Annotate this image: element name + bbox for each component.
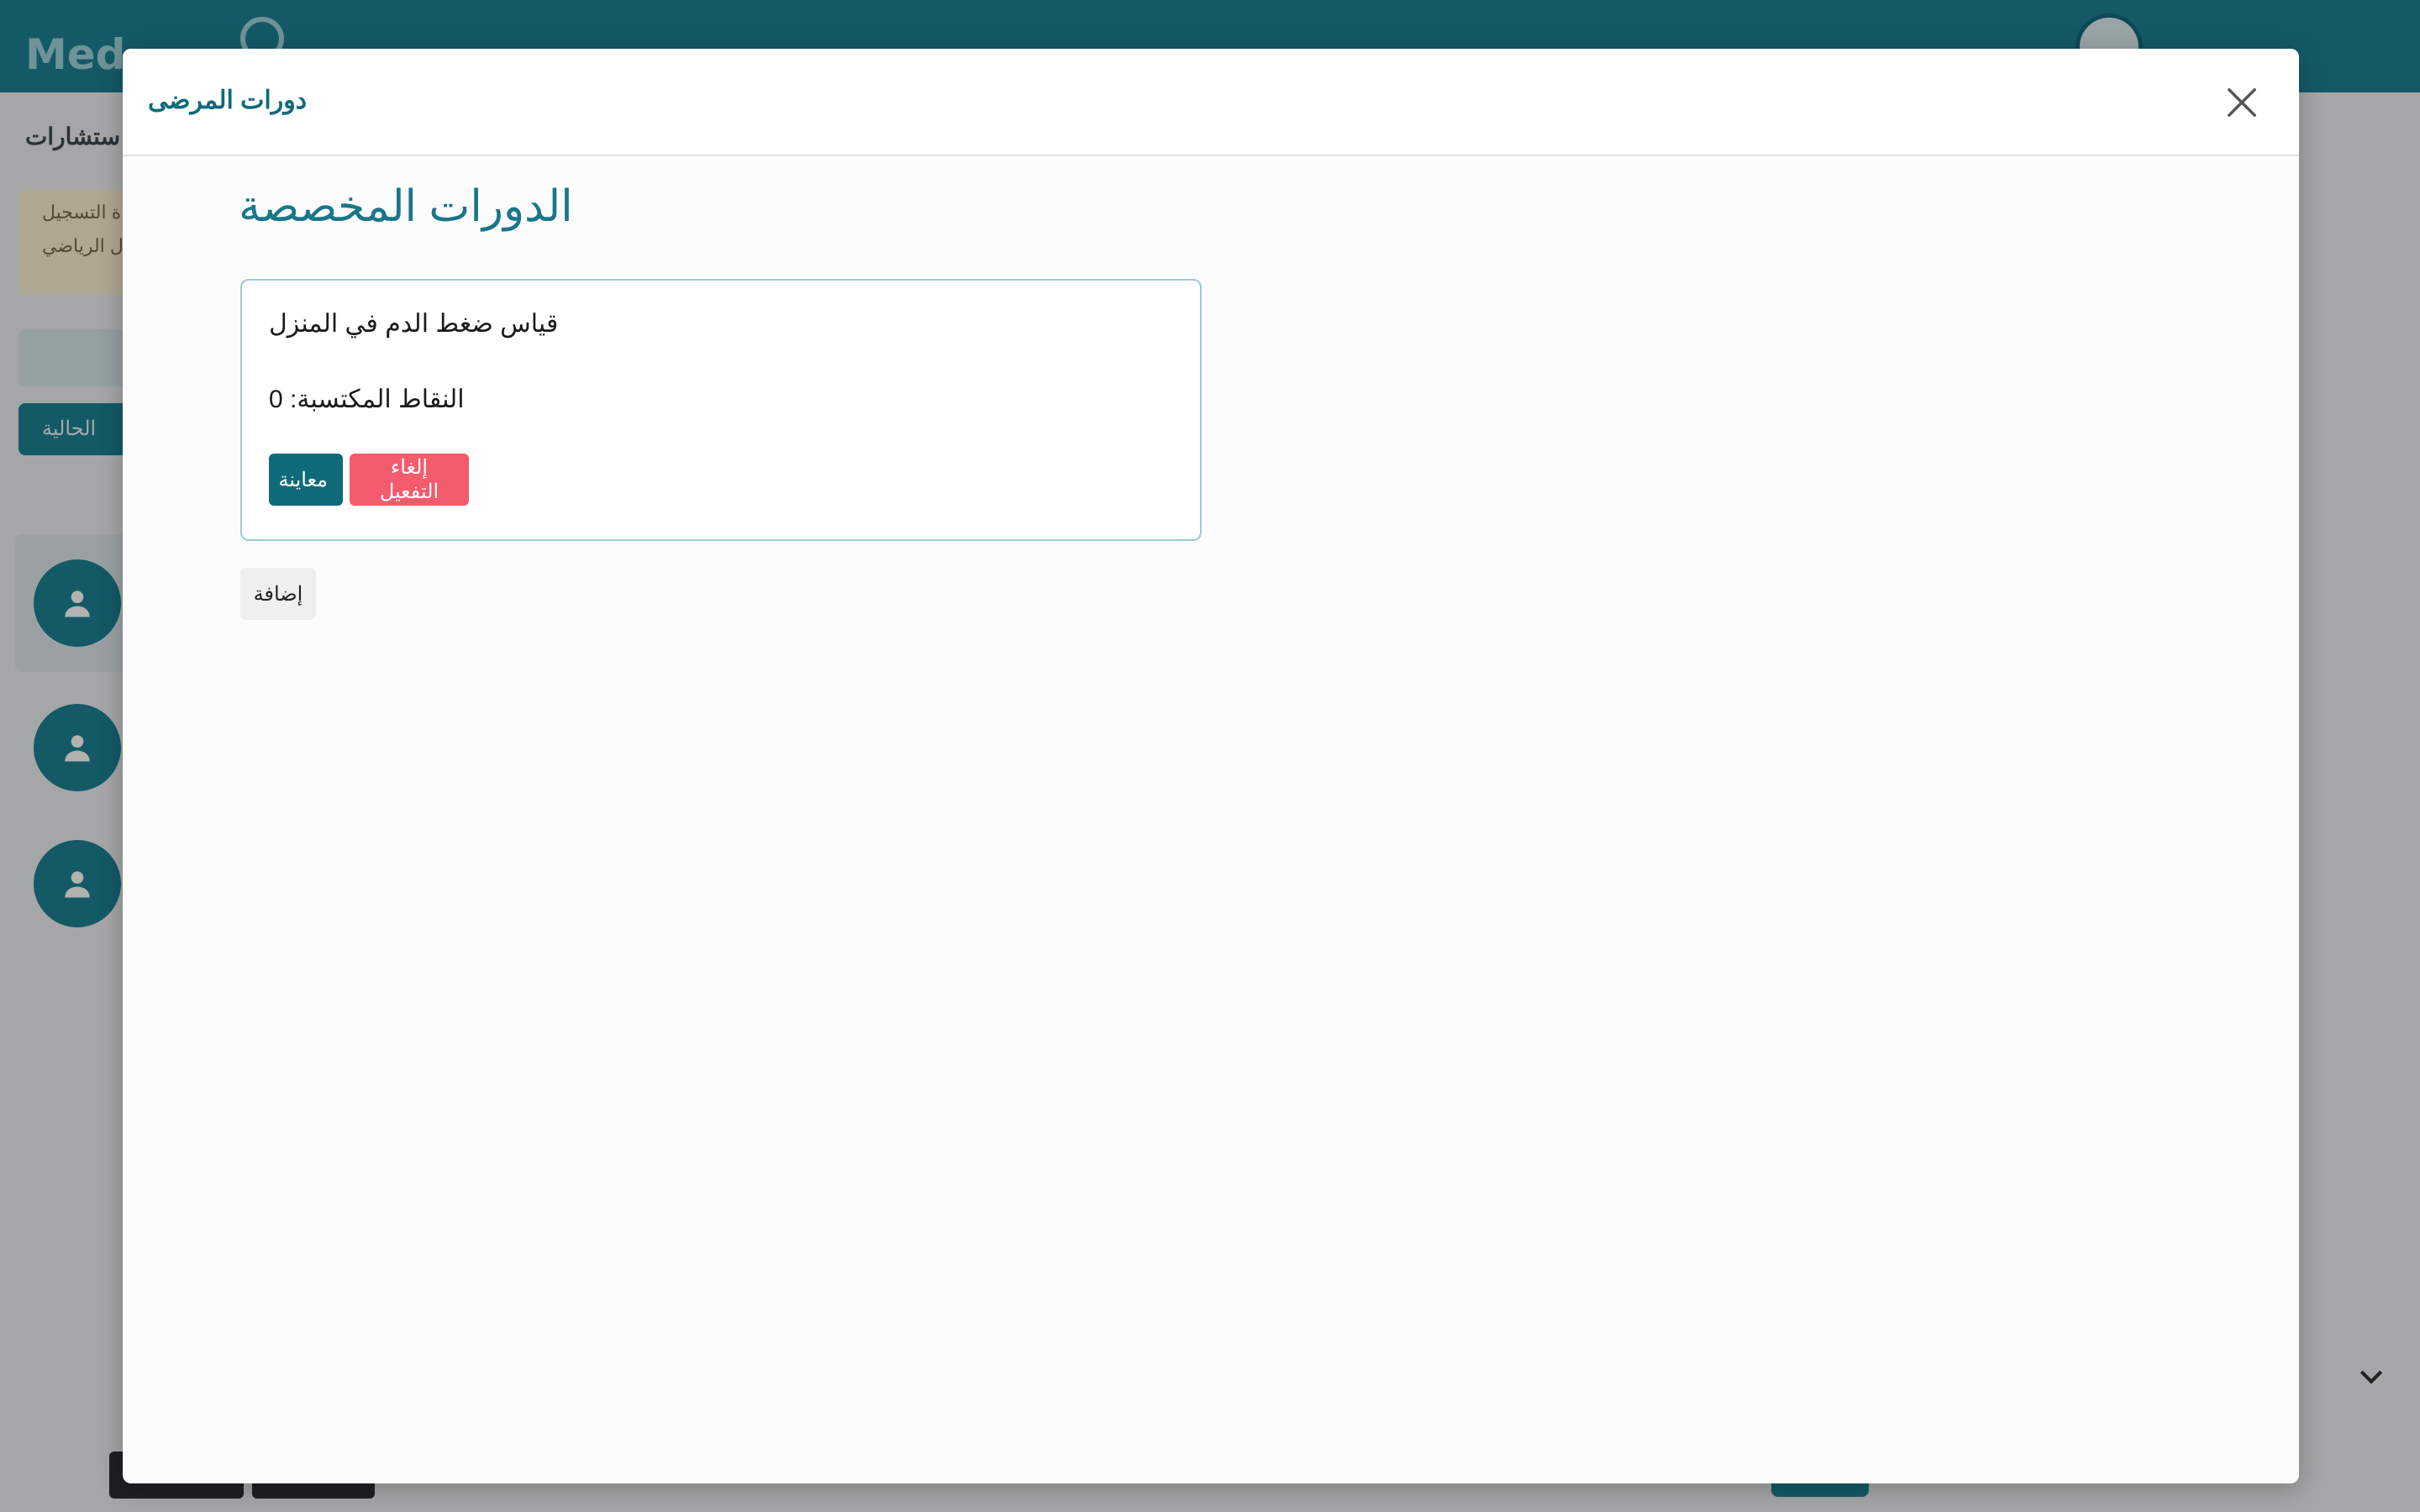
patient-courses-modal: دورات المرضى الدورات المخصصة قياس ضغط ال… (123, 49, 2299, 1483)
close-button[interactable] (2220, 81, 2264, 124)
deactivate-button[interactable]: إلغاء التفعيل (350, 454, 469, 506)
modal-header: دورات المرضى (123, 49, 2299, 156)
add-course-button[interactable]: إضافة (240, 568, 316, 620)
preview-button[interactable]: معاينة (269, 454, 343, 506)
section-title: الدورات المخصصة (239, 182, 573, 231)
course-points: النقاط المكتسبة: 0 (269, 386, 465, 413)
modal-title: دورات المرضى (148, 87, 308, 114)
course-name: قياس ضغط الدم في المنزل (269, 310, 559, 338)
course-card: قياس ضغط الدم في المنزل النقاط المكتسبة:… (240, 279, 1202, 541)
close-icon (2228, 88, 2256, 117)
